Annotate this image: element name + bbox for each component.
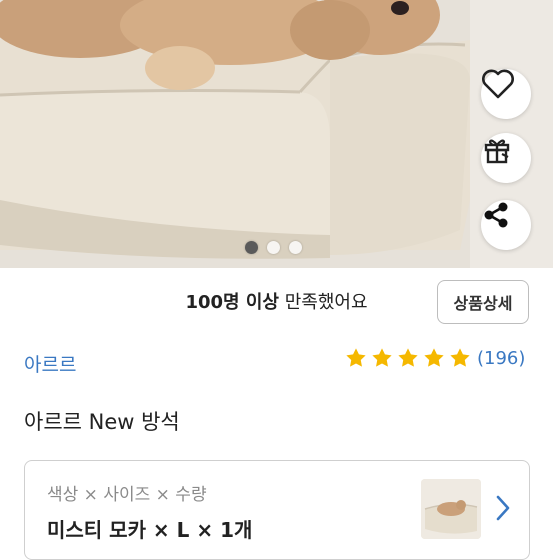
star-icon <box>424 348 444 367</box>
product-detail-button[interactable]: 상품상세 <box>437 280 529 324</box>
option-selector[interactable]: 색상 × 사이즈 × 수량 미스티 모카 × L × 1개 <box>24 460 530 560</box>
share-button[interactable] <box>481 200 531 250</box>
star-icon <box>346 348 366 367</box>
product-image-carousel[interactable] <box>0 0 553 268</box>
wishlist-button[interactable] <box>481 69 531 119</box>
star-icon <box>372 348 392 367</box>
carousel-dot[interactable] <box>289 241 302 254</box>
carousel-dot[interactable] <box>267 241 280 254</box>
gift-button[interactable] <box>481 133 531 183</box>
review-count[interactable]: (196) <box>477 348 525 369</box>
chevron-right-icon <box>496 495 510 521</box>
gift-icon <box>484 139 510 164</box>
carousel-indicator <box>245 241 302 254</box>
option-thumbnail <box>421 479 481 539</box>
product-photo <box>0 0 553 268</box>
carousel-dot[interactable] <box>245 241 258 254</box>
star-icon <box>450 348 470 367</box>
share-icon <box>484 202 508 228</box>
product-title: 아르르 New 방석 <box>24 410 180 434</box>
option-value: 미스티 모카 × L × 1개 <box>47 518 253 542</box>
satisfaction-text: 만족했어요 <box>279 292 368 313</box>
satisfaction-count: 100명 이상 <box>185 292 279 313</box>
rating-summary[interactable]: (196) <box>345 347 525 369</box>
brand-link[interactable]: 아르르 <box>24 350 76 377</box>
option-label: 색상 × 사이즈 × 수량 <box>47 485 207 505</box>
star-icon <box>398 348 418 367</box>
heart-icon <box>482 69 514 99</box>
